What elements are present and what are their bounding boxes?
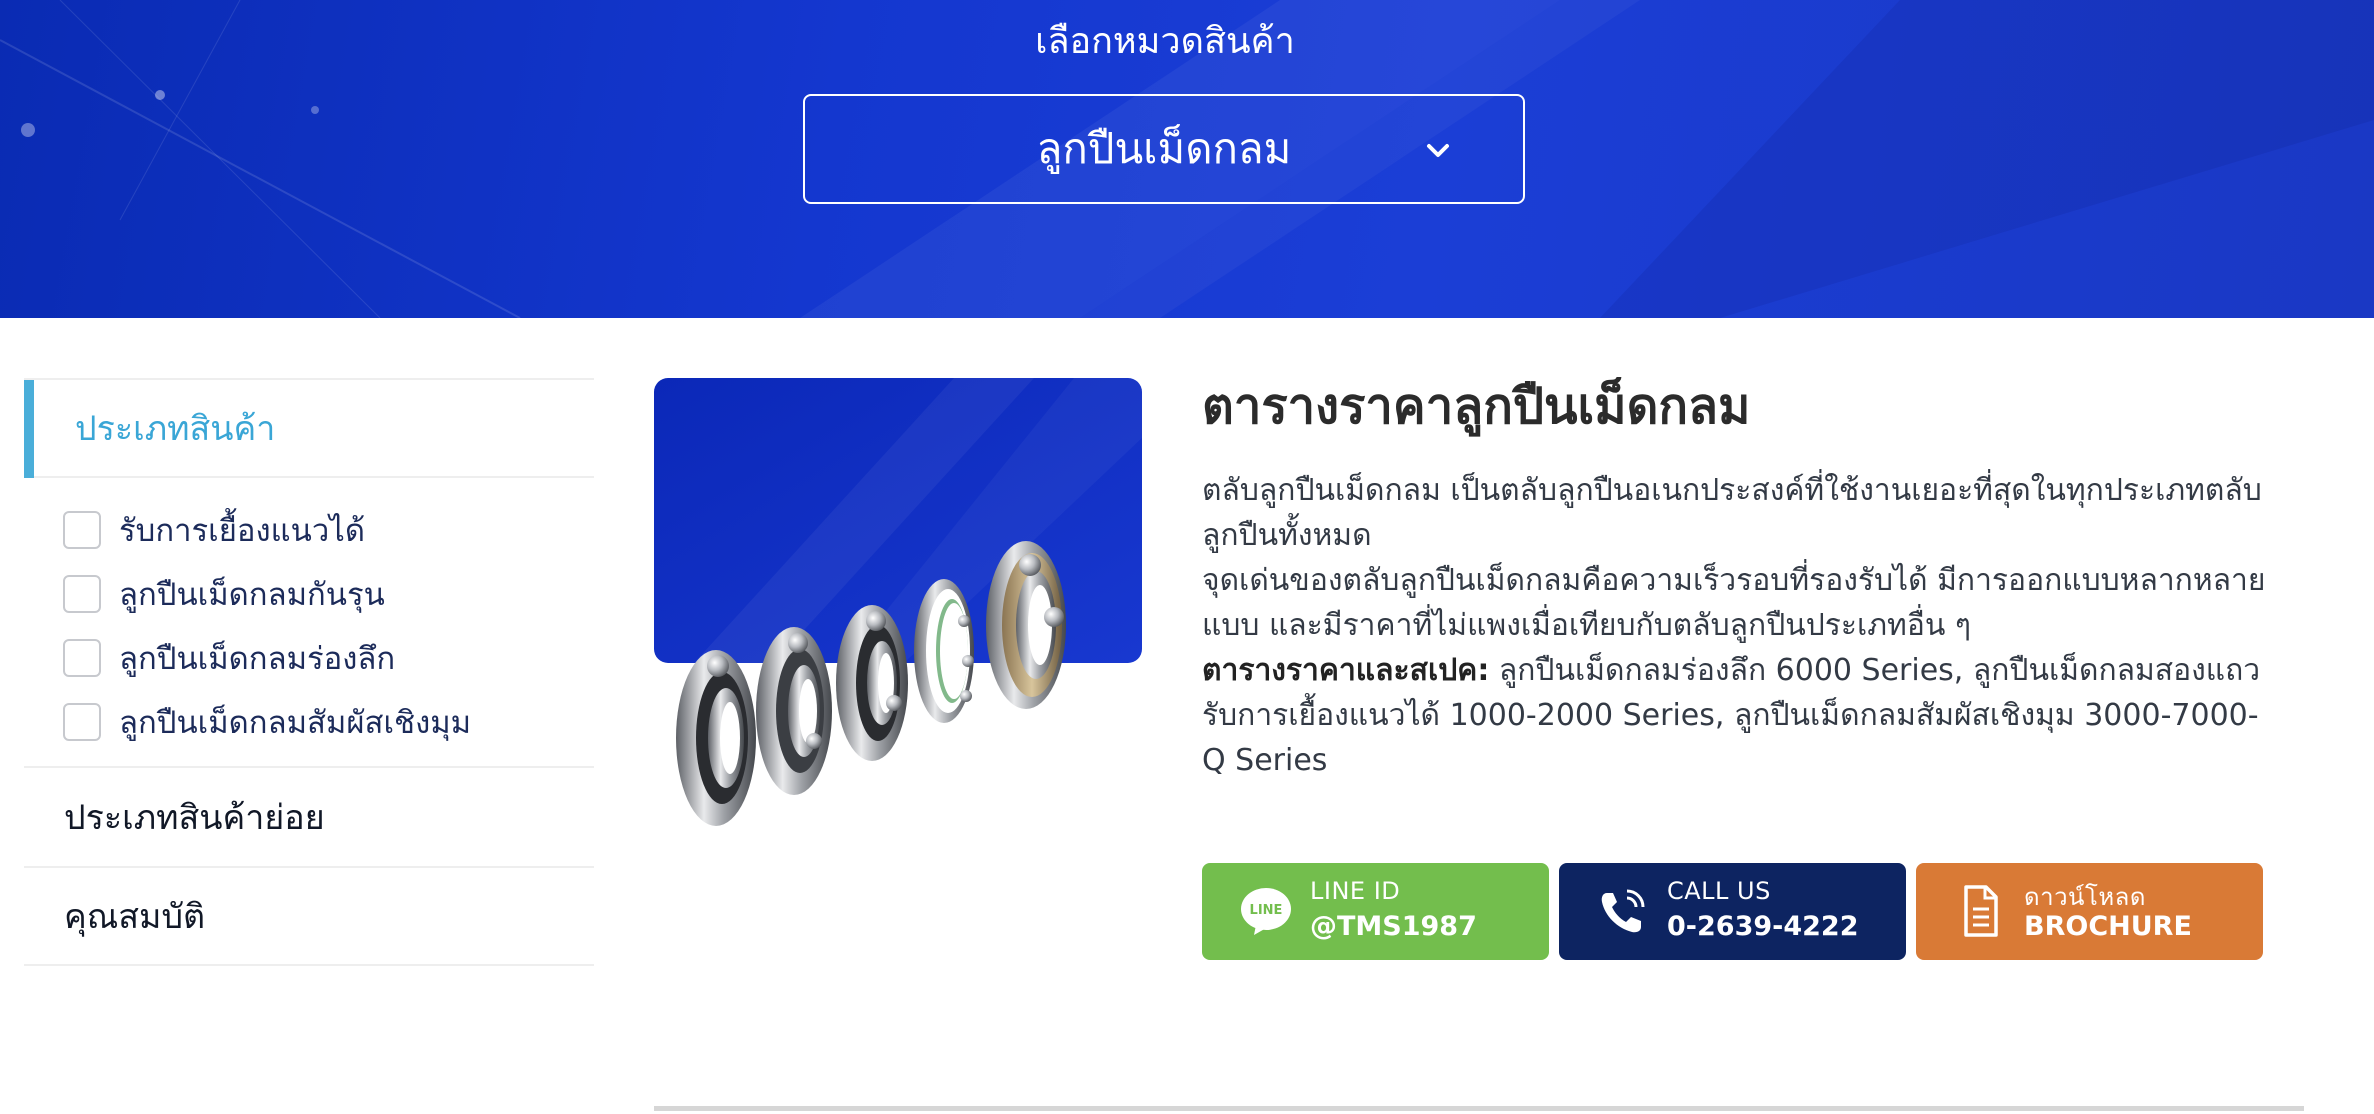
spec-label: ตารางราคาและสเปค: — [1202, 653, 1490, 688]
filter-item[interactable]: รับการเยื้องแนวได้ — [63, 498, 594, 562]
section-divider — [654, 1106, 2304, 1111]
brochure-value: BROCHURE — [2024, 911, 2192, 942]
description-paragraph-1: ตลับลูกปืนเม็ดกลม เป็นตลับลูกปืนอเนกประส… — [1202, 473, 2262, 553]
product-description: ตลับลูกปืนเม็ดกลม เป็นตลับลูกปืนอเนกประส… — [1202, 468, 2272, 783]
description-paragraph-2: จุดเด่นของตลับลูกปืนเม็ดกลมคือความเร็วรอ… — [1202, 563, 2266, 643]
category-hero-banner: เลือกหมวดสินค้า ลูกปืนเม็ดกลม — [0, 0, 2374, 318]
filter-item[interactable]: ลูกปืนเม็ดกลมสัมผัสเชิงมุม — [63, 690, 594, 754]
filter-header-product-type[interactable]: ประเภทสินค้า — [24, 378, 594, 478]
product-info: ตารางราคาลูกปืนเม็ดกลม ตลับลูกปืนเม็ดกลม… — [1202, 372, 2272, 783]
filter-header-label: ประเภทสินค้า — [75, 409, 276, 449]
filter-checkbox[interactable] — [63, 511, 101, 549]
line-id-label: LINE ID — [1310, 877, 1401, 905]
category-dropdown-value: ลูกปืนเม็ดกลม — [1036, 124, 1292, 173]
filter-item-label: ลูกปืนเม็ดกลมกันรุน — [119, 577, 385, 613]
description-spec: ตารางราคาและสเปค: ลูกปืนเม็ดกลมร่องลึก 6… — [1202, 648, 2272, 783]
line-id-button[interactable]: LINE LINE ID @TMS1987 — [1202, 863, 1549, 960]
filter-item[interactable]: ลูกปืนเม็ดกลมร่องลึก — [63, 626, 594, 690]
filter-item-label: ลูกปืนเม็ดกลมสัมผัสเชิงมุม — [119, 705, 472, 741]
chevron-down-icon — [1427, 144, 1449, 157]
line-id-value: @TMS1987 — [1310, 911, 1477, 942]
category-dropdown[interactable]: ลูกปืนเม็ดกลม — [803, 94, 1525, 204]
document-icon — [1964, 885, 1998, 937]
filter-item[interactable]: ลูกปืนเม็ดกลมกันรุน — [63, 562, 594, 626]
filter-section-subcategory[interactable]: ประเภทสินค้าย่อย — [24, 766, 594, 866]
filter-item-label: ลูกปืนเม็ดกลมร่องลึก — [119, 641, 396, 677]
phone-icon — [1601, 889, 1645, 933]
filter-item-label: รับการเยื้องแนวได้ — [119, 513, 365, 549]
line-icon: LINE — [1241, 888, 1291, 935]
call-us-value: 0-2639-4222 — [1667, 911, 1859, 942]
product-title: ตารางราคาลูกปืนเม็ดกลม — [1202, 378, 1751, 435]
header-accent-bar — [24, 380, 34, 478]
hero-title: เลือกหมวดสินค้า — [1035, 21, 1295, 62]
filter-sidebar: ประเภทสินค้า รับการเยื้องแนวได้ ลูกปืนเม… — [24, 378, 594, 966]
filter-checkbox[interactable] — [63, 703, 101, 741]
contact-buttons: LINE LINE ID @TMS1987 CALL US 0-2639-422… — [1202, 863, 2263, 960]
filter-checkbox-list: รับการเยื้องแนวได้ ลูกปืนเม็ดกลมกันรุน ล… — [24, 478, 594, 766]
filter-checkbox[interactable] — [63, 639, 101, 677]
call-us-label: CALL US — [1667, 877, 1771, 905]
filter-section-properties[interactable]: คุณสมบัติ — [24, 866, 594, 966]
svg-text:LINE: LINE — [1250, 903, 1283, 918]
ball-bearings-image — [654, 378, 1142, 826]
call-us-button[interactable]: CALL US 0-2639-4222 — [1559, 863, 1906, 960]
download-brochure-button[interactable]: ดาวน์โหลด BROCHURE — [1916, 863, 2263, 960]
filter-checkbox[interactable] — [63, 575, 101, 613]
